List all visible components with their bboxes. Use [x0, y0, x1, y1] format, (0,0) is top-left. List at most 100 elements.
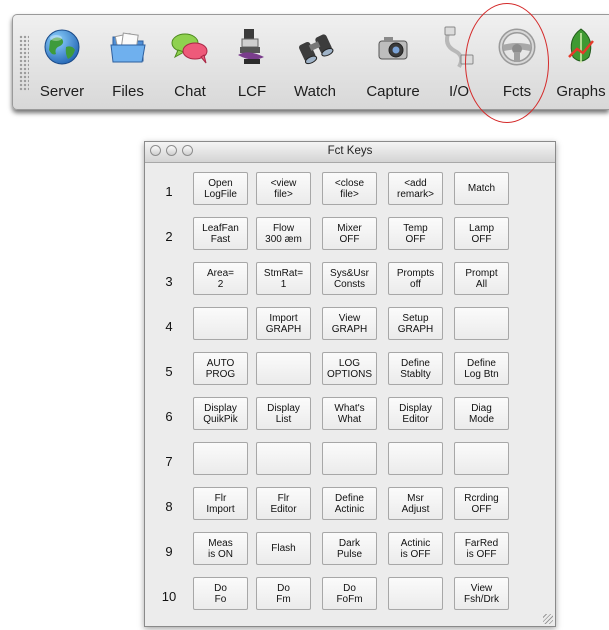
- function-key-button[interactable]: Mixer OFF: [322, 217, 377, 250]
- toolbar-button-capture[interactable]: Capture: [366, 21, 420, 105]
- toolbar-label-server: Server: [39, 83, 85, 100]
- toolbar-label-watch: Watch: [294, 83, 336, 100]
- function-key-button[interactable]: [322, 442, 377, 475]
- row-number: 10: [161, 589, 177, 604]
- function-key-button[interactable]: Prompts off: [388, 262, 443, 295]
- key-row: 7: [145, 442, 555, 487]
- row-number: 9: [165, 544, 173, 559]
- function-key-button[interactable]: Flash: [256, 532, 311, 565]
- window-titlebar[interactable]: Fct Keys: [145, 142, 555, 163]
- function-key-button[interactable]: Temp OFF: [388, 217, 443, 250]
- toolbar-label-lcf: LCF: [237, 83, 267, 100]
- leaf-chamber-icon: [238, 29, 264, 64]
- function-key-button[interactable]: Display List: [256, 397, 311, 430]
- toolbar-button-lcf[interactable]: LCF: [229, 21, 275, 105]
- function-key-button[interactable]: Do Fo: [193, 577, 248, 610]
- row-number: 2: [165, 229, 173, 244]
- function-key-button[interactable]: Open LogFile: [193, 172, 248, 205]
- function-key-button[interactable]: Display Editor: [388, 397, 443, 430]
- function-key-button[interactable]: Display QuikPik: [193, 397, 248, 430]
- key-row: 5 AUTO PROG LOG OPTIONS Define Stablty Defin…: [145, 352, 555, 397]
- function-key-button[interactable]: LOG OPTIONS: [322, 352, 377, 385]
- function-key-button[interactable]: [193, 442, 248, 475]
- key-row: 10 Do Fo Do Fm Do FoFm View Fsh/Drk: [145, 577, 555, 622]
- function-key-button[interactable]: <view file>: [256, 172, 311, 205]
- cable-icon: [444, 26, 474, 68]
- function-key-button[interactable]: [454, 442, 509, 475]
- toolbar-button-files[interactable]: Files: [105, 21, 151, 105]
- key-row: 3 Area= 2 StmRat= 1 Sys&Usr Consts Prompts o…: [145, 262, 555, 307]
- function-key-button[interactable]: Lamp OFF: [454, 217, 509, 250]
- function-key-button[interactable]: [256, 442, 311, 475]
- function-key-button[interactable]: FarRed is OFF: [454, 532, 509, 565]
- toolbar-label-files: Files: [112, 83, 144, 100]
- function-key-button[interactable]: [454, 307, 509, 340]
- function-key-button[interactable]: [256, 352, 311, 385]
- function-key-button[interactable]: LeafFan Fast: [193, 217, 248, 250]
- key-row: 2 LeafFan Fast Flow 300 æm Mixer OFF Temp OF…: [145, 217, 555, 262]
- function-key-button[interactable]: <add remark>: [388, 172, 443, 205]
- function-key-button[interactable]: Prompt All: [454, 262, 509, 295]
- row-number: 6: [165, 409, 173, 424]
- function-key-button[interactable]: Sys&Usr Consts: [322, 262, 377, 295]
- toolbar-label-fcts: Fcts: [502, 83, 532, 100]
- function-key-button[interactable]: Setup GRAPH: [388, 307, 443, 340]
- steering-wheel-icon: [498, 28, 536, 66]
- key-row: 6 Display QuikPik Display List What's What D…: [145, 397, 555, 442]
- function-key-button[interactable]: Do Fm: [256, 577, 311, 610]
- toolbar-button-graphs[interactable]: Graphs: [556, 21, 606, 105]
- function-key-grid: 1 Open LogFile <view file> <close file> <add…: [145, 172, 555, 622]
- toolbar-grip[interactable]: [19, 35, 29, 91]
- graph-leaf-icon: [568, 28, 594, 63]
- function-key-button[interactable]: StmRat= 1: [256, 262, 311, 295]
- function-key-button[interactable]: Dark Pulse: [322, 532, 377, 565]
- function-key-button[interactable]: Diag Mode: [454, 397, 509, 430]
- function-key-button[interactable]: Actinic is OFF: [388, 532, 443, 565]
- function-key-button[interactable]: Flow 300 æm: [256, 217, 311, 250]
- toolbar-label-chat: Chat: [174, 83, 206, 100]
- function-key-button[interactable]: Area= 2: [193, 262, 248, 295]
- function-key-button[interactable]: Define Log Btn: [454, 352, 509, 385]
- function-key-button[interactable]: Define Stablty: [388, 352, 443, 385]
- main-toolbar: Server Files Chat LCF Watch Capture I/O …: [12, 14, 609, 110]
- fct-keys-window: Fct Keys 1 Open LogFile <view file> <close …: [144, 141, 556, 627]
- toolbar-button-server[interactable]: Server: [39, 21, 85, 105]
- row-number: 4: [165, 319, 173, 334]
- camera-icon: [378, 37, 408, 60]
- row-number: 5: [165, 364, 173, 379]
- function-key-button[interactable]: AUTO PROG: [193, 352, 248, 385]
- toolbar-button-io[interactable]: I/O: [436, 21, 482, 105]
- toolbar-label-capture: Capture: [366, 83, 420, 100]
- row-number: 1: [165, 184, 173, 199]
- toolbar-button-watch[interactable]: Watch: [292, 21, 338, 105]
- resize-grip-icon[interactable]: [543, 614, 553, 624]
- toolbar-button-chat[interactable]: Chat: [167, 21, 213, 105]
- function-key-button[interactable]: [193, 307, 248, 340]
- function-key-button[interactable]: <close file>: [322, 172, 377, 205]
- function-key-button[interactable]: Rcrding OFF: [454, 487, 509, 520]
- function-key-button[interactable]: [388, 577, 443, 610]
- row-number: 8: [165, 499, 173, 514]
- binoculars-icon: [299, 34, 334, 65]
- chat-bubbles-icon: [171, 33, 208, 64]
- function-key-button[interactable]: Meas is ON: [193, 532, 248, 565]
- function-key-button[interactable]: Flr Editor: [256, 487, 311, 520]
- folder-icon: [110, 32, 146, 63]
- function-key-button[interactable]: Import GRAPH: [256, 307, 311, 340]
- function-key-button[interactable]: Msr Adjust: [388, 487, 443, 520]
- function-key-button[interactable]: View Fsh/Drk: [454, 577, 509, 610]
- function-key-button[interactable]: [388, 442, 443, 475]
- globe-icon: [44, 29, 80, 65]
- window-title: Fct Keys: [327, 145, 373, 157]
- key-row: 1 Open LogFile <view file> <close file> <add…: [145, 172, 555, 217]
- function-key-button[interactable]: Flr Import: [193, 487, 248, 520]
- function-key-button[interactable]: View GRAPH: [322, 307, 377, 340]
- toolbar-label-graphs: Graphs: [556, 83, 606, 100]
- function-key-button[interactable]: Do FoFm: [322, 577, 377, 610]
- function-key-button[interactable]: Match: [454, 172, 509, 205]
- function-key-button[interactable]: What's What: [322, 397, 377, 430]
- key-row: 4 Import GRAPH View GRAPH Setup GRAPH: [145, 307, 555, 352]
- toolbar-label-io: I/O: [448, 83, 469, 100]
- toolbar-button-fcts[interactable]: Fcts: [494, 21, 540, 105]
- function-key-button[interactable]: Define Actinic: [322, 487, 377, 520]
